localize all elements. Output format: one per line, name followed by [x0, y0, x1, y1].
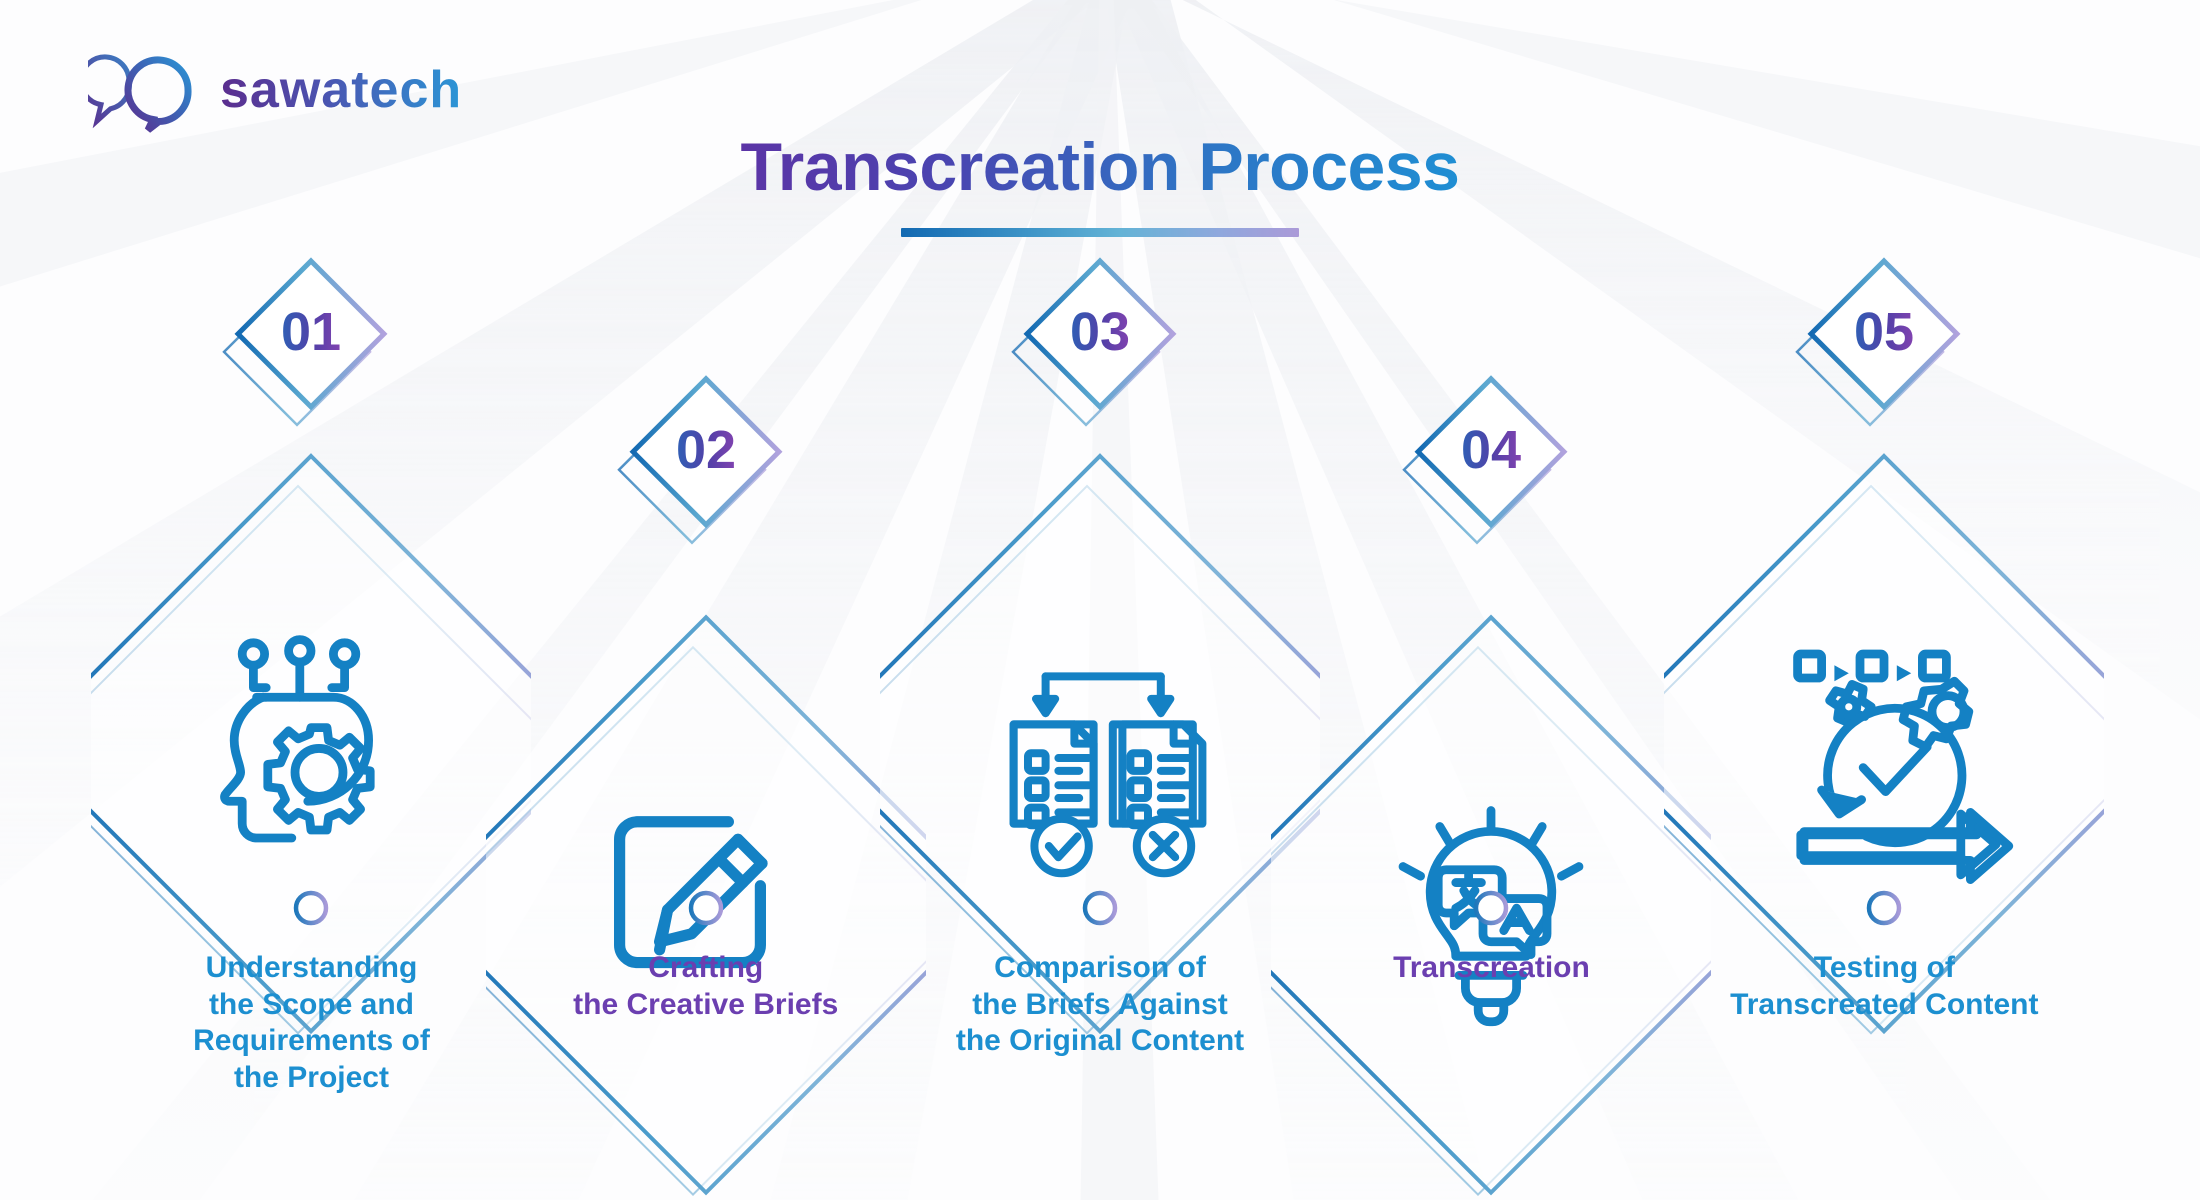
connector-dot	[688, 890, 723, 926]
connector-dot	[294, 890, 329, 926]
step-label: Understanding the Scope and Requirements…	[193, 951, 430, 1094]
connector-dot	[1474, 890, 1509, 926]
step-number: 02	[676, 420, 736, 480]
step-number: 01	[281, 302, 341, 362]
step-label: Comparison of the Briefs Against the Ori…	[955, 951, 1245, 1058]
step-number: 03	[1070, 302, 1130, 362]
step-number: 04	[1461, 420, 1521, 480]
title-underline	[901, 228, 1299, 237]
connector-dot	[1867, 890, 1902, 926]
brand-wordmark-text: sawatech	[220, 61, 462, 119]
page-title-block: Transcreation Process	[0, 128, 2200, 237]
brand-wordmark: sawatech	[220, 61, 462, 119]
connector-dot	[1082, 890, 1118, 926]
speech-bubbles-icon	[88, 54, 192, 133]
step-label: Testing of Transcreated Content	[1730, 951, 2039, 1021]
page-title: Transcreation Process	[740, 129, 1460, 205]
step-label: Crafting the Creative Briefs	[573, 951, 839, 1021]
brand-logo[interactable]: sawatech	[88, 50, 510, 134]
step-number: 05	[1854, 302, 1914, 362]
infographic-canvas: sawatech Transcreation Process 01 Unders…	[0, 0, 2200, 1200]
step-label: Transcreation	[1393, 951, 1590, 984]
